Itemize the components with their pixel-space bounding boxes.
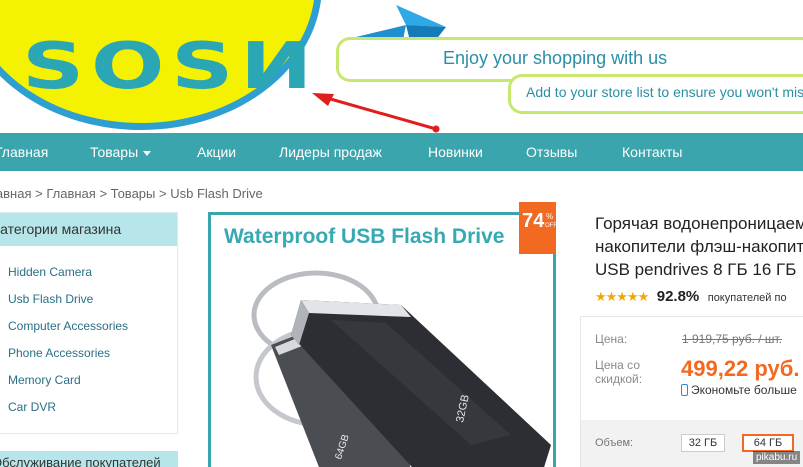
favorite-store-text[interactable]: Add to your store list to ensure you won… bbox=[526, 84, 803, 100]
breadcrumb-separator: > bbox=[99, 186, 108, 201]
badge-value: 74 bbox=[522, 210, 545, 232]
nav-new[interactable]: Новинки bbox=[428, 133, 483, 171]
chevron-down-icon bbox=[143, 150, 152, 156]
watermark: pikabu.ru bbox=[753, 451, 801, 464]
sidebar-heading-label: Категории магазина bbox=[0, 221, 122, 237]
breadcrumb-current: Usb Flash Drive bbox=[170, 186, 263, 201]
nav-products[interactable]: Товары bbox=[90, 133, 152, 171]
breadcrumb-separator: > bbox=[35, 186, 43, 201]
saving-text: Экономьте больше bbox=[691, 383, 797, 397]
customer-service-heading: Обслуживание покупателей bbox=[0, 451, 178, 467]
breadcrumb-separator: > bbox=[159, 186, 167, 201]
nav-contacts[interactable]: Контакты bbox=[622, 133, 682, 171]
main-nav: Главная Товары Акции Лидеры продаж Новин… bbox=[0, 133, 803, 171]
volume-label: Объем: bbox=[595, 437, 634, 449]
mobile-saving[interactable]: Экономьте больше bbox=[681, 383, 797, 397]
breadcrumb: Главная > Главная > Товары > Usb Flash D… bbox=[0, 186, 263, 201]
usb-drive-illustration: 32GB 64GB bbox=[251, 270, 551, 467]
sidebar-item-computer-accessories[interactable]: Computer Accessories bbox=[8, 319, 128, 333]
sidebar-heading: Категории магазина bbox=[0, 213, 177, 246]
store-logo[interactable]: SOSИ bbox=[22, 30, 319, 104]
sidebar-item-hidden-camera[interactable]: Hidden Camera bbox=[8, 265, 92, 279]
sidebar-item-phone-accessories[interactable]: Phone Accessories bbox=[8, 346, 110, 360]
rating-percent: 92.8% bbox=[656, 288, 700, 305]
sidebar-item-car-dvr[interactable]: Car DVR bbox=[8, 400, 56, 414]
breadcrumb-item[interactable]: Главная bbox=[46, 186, 95, 201]
star-rating-icon: ★★★★★ bbox=[595, 289, 649, 304]
site-header: SOSИ Enjoy your shopping with us Add to … bbox=[0, 0, 803, 133]
discount-price: 499,22 руб. bbox=[681, 356, 800, 381]
nav-promotions[interactable]: Акции bbox=[197, 133, 236, 171]
discount-badge: 74 % OFF bbox=[519, 202, 557, 254]
breadcrumb-item[interactable]: Главная bbox=[0, 186, 31, 201]
red-arrow-annotation bbox=[312, 93, 440, 133]
nav-bestsellers[interactable]: Лидеры продаж bbox=[279, 133, 382, 171]
sidebar-item-memory-card[interactable]: Memory Card bbox=[8, 373, 81, 387]
slogan-text: Enjoy your shopping with us bbox=[443, 48, 668, 68]
product-rating: ★★★★★ 92.8% покупателей по bbox=[595, 288, 787, 306]
product-image[interactable]: Waterproof USB Flash Drive 32GB 64GB bbox=[208, 212, 556, 467]
sidebar-item-usb-flash-drive[interactable]: Usb Flash Drive bbox=[8, 292, 93, 306]
badge-off: OFF bbox=[545, 223, 557, 229]
volume-option-64gb[interactable]: 64 ГБ bbox=[742, 434, 794, 452]
badge-percent: % bbox=[546, 212, 554, 221]
volume-option-32gb[interactable]: 32 ГБ bbox=[681, 434, 725, 452]
old-price: 1 919,75 руб. / шт. bbox=[682, 332, 783, 346]
customer-service-label: Обслуживание покупателей bbox=[0, 455, 161, 467]
price-label: Цена: bbox=[595, 332, 628, 346]
rating-text[interactable]: покупателей по bbox=[708, 292, 787, 304]
smartphone-icon bbox=[681, 384, 688, 396]
discount-price-label: Цена со скидкой: bbox=[595, 358, 643, 386]
breadcrumb-item[interactable]: Товары bbox=[111, 186, 156, 201]
image-title: Waterproof USB Flash Drive bbox=[224, 225, 505, 248]
nav-reviews[interactable]: Отзывы bbox=[526, 133, 577, 171]
nav-home[interactable]: Главная bbox=[0, 133, 48, 171]
product-title: Горячая водонепроницаемые накопители флэ… bbox=[595, 214, 803, 279]
nav-products-label: Товары bbox=[90, 144, 139, 160]
